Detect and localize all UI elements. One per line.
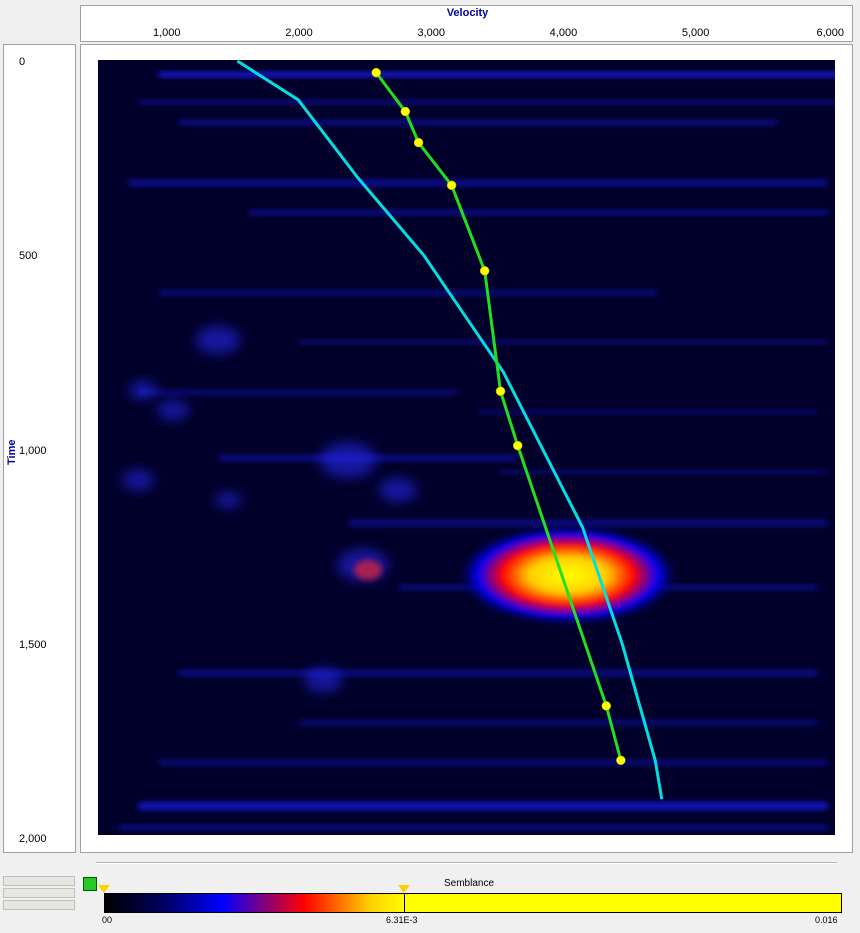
semblance-blob (378, 478, 418, 502)
x-tick-label: 6,000 (816, 27, 844, 39)
colorbar-threshold-marker-icon[interactable] (398, 885, 410, 893)
semblance-streak (298, 720, 818, 725)
time-axis-panel: Time 0 500 1,000 1,500 2,000 (3, 44, 76, 853)
semblance-streak (498, 470, 828, 474)
semblance-colorbar[interactable] (104, 893, 842, 913)
semblance-streak (158, 760, 828, 765)
semblance-blob (122, 470, 154, 490)
x-tick-label: 1,000 (153, 27, 181, 39)
semblance-streak (178, 670, 818, 676)
y-axis-title: Time (6, 439, 18, 465)
x-tick-label: 3,000 (417, 27, 445, 39)
semblance-background (98, 60, 835, 835)
colorbar-max-label: 0.016 (815, 915, 838, 925)
velocity-axis-panel: Velocity 1,000 2,000 3,000 4,000 5,000 6,000 (80, 5, 853, 42)
velocity-pick-point[interactable] (601, 701, 612, 711)
colorbar-min-label: 00 (102, 915, 113, 925)
green-color-swatch[interactable] (83, 877, 97, 891)
semblance-blob (157, 400, 189, 420)
semblance-streak (118, 825, 828, 830)
x-tick-label: 4,000 (549, 27, 578, 39)
semblance-streak (138, 100, 835, 104)
x-axis-title: Velocity (446, 7, 489, 19)
velocity-pick-point[interactable] (479, 266, 490, 276)
divider (96, 862, 837, 864)
semblance-streak (138, 390, 458, 395)
velocity-pick-point[interactable] (512, 440, 523, 451)
colorbar-min-marker-icon[interactable] (98, 885, 110, 893)
threshold-line (404, 893, 405, 913)
panel-button-3[interactable] (3, 900, 75, 910)
y-tick-label: 2,000 (19, 833, 47, 845)
semblance-streak (248, 210, 828, 215)
velocity-pick-point[interactable] (413, 137, 424, 148)
semblance-streak (138, 802, 828, 810)
velocity-pick-point[interactable] (495, 386, 506, 396)
panel-button-1[interactable] (3, 876, 75, 886)
semblance-streak (158, 290, 658, 296)
semblance-blob (128, 381, 158, 399)
semblance-blob (215, 492, 241, 508)
velocity-pick-point[interactable] (446, 180, 457, 191)
velocity-pick-point[interactable] (616, 755, 626, 766)
semblance-blob (303, 668, 343, 692)
y-tick-label: 1,000 (19, 444, 47, 457)
semblance-blob (319, 442, 377, 478)
semblance-streak (348, 520, 828, 526)
semblance-streak (128, 180, 828, 186)
velocity-pick-point[interactable] (371, 67, 381, 78)
y-tick-label: 0 (19, 56, 26, 68)
semblance-streak (298, 340, 828, 344)
semblance-warm-spot (354, 560, 382, 580)
y-tick-label: 500 (19, 250, 38, 263)
y-tick-label: 1,500 (19, 638, 47, 651)
x-tick-label: 2,000 (285, 27, 313, 39)
semblance-streak (178, 120, 778, 125)
colorbar-title: Semblance (444, 878, 495, 889)
velocity-pick-point[interactable] (400, 106, 411, 117)
semblance-plot[interactable] (98, 60, 835, 835)
semblance-streak (478, 410, 818, 414)
panel-button-2[interactable] (3, 888, 75, 898)
colorbar-threshold-label: 6.31E-3 (386, 915, 418, 925)
semblance-blob (195, 326, 241, 354)
x-tick-label: 5,000 (681, 27, 710, 39)
semblance-hotspot (458, 525, 678, 625)
